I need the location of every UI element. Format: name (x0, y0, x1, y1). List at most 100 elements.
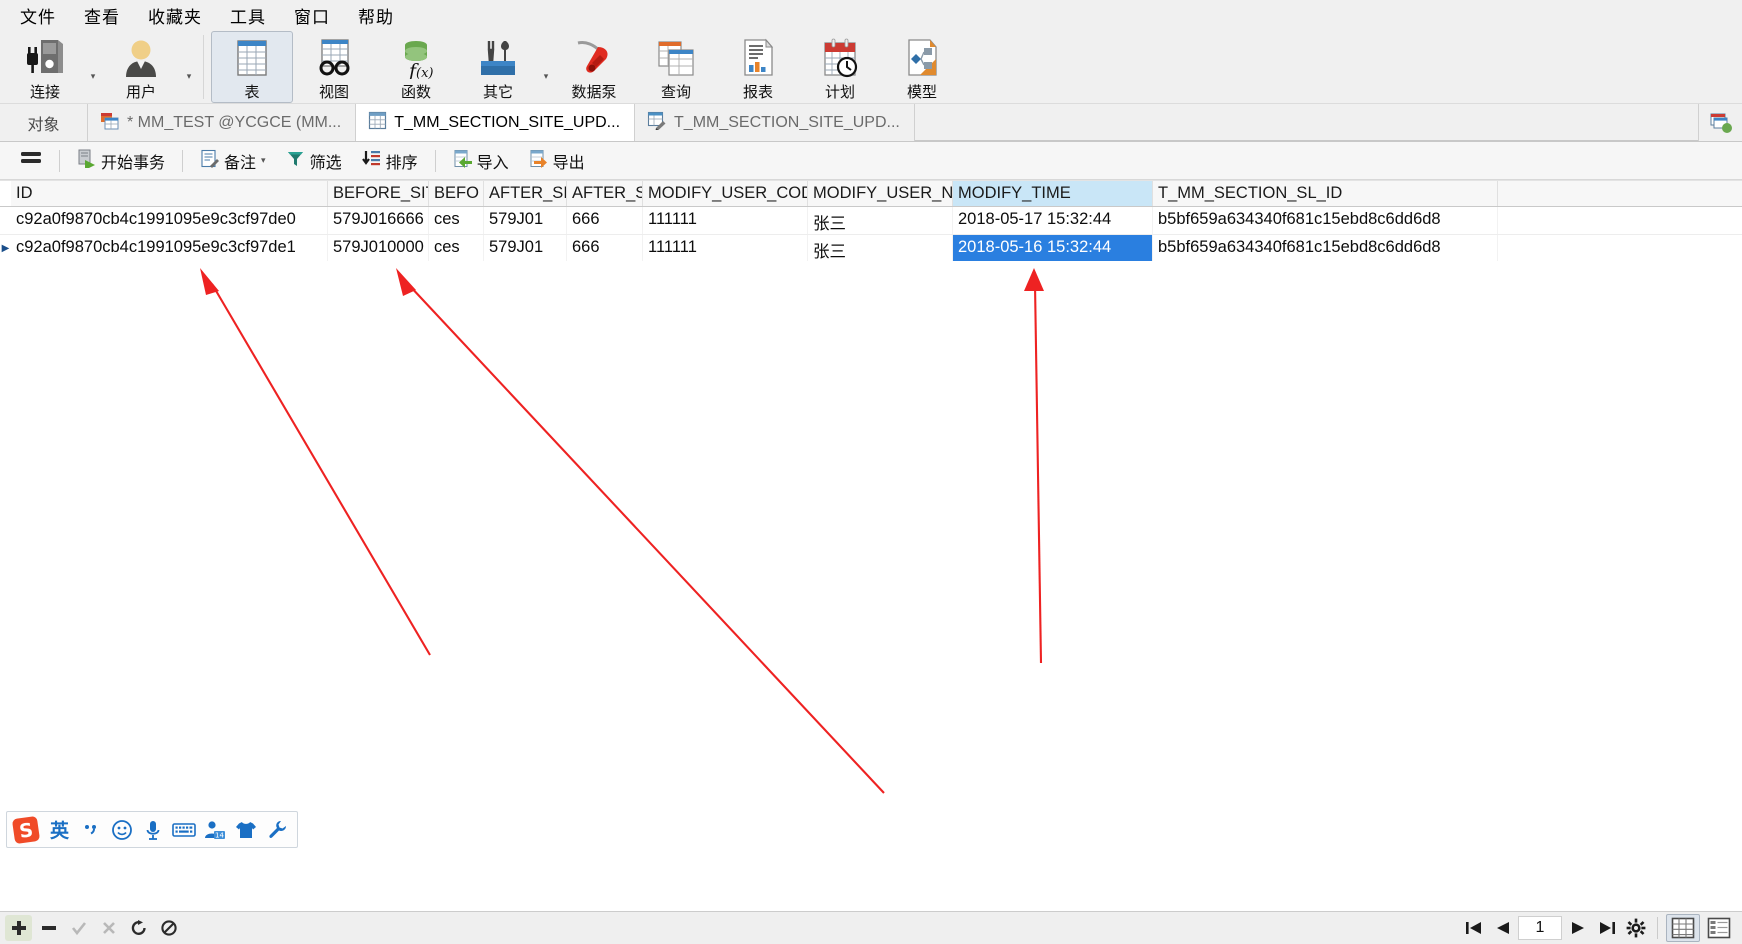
new-query-shortcut-button[interactable] (1698, 104, 1742, 141)
first-record-button[interactable] (1460, 915, 1487, 941)
menu-favorites[interactable]: 收藏夹 (134, 0, 216, 31)
grid-menu-button[interactable] (10, 147, 52, 175)
user-dropdown-caret-icon[interactable]: ▾ (182, 31, 196, 103)
cell-before-site-code[interactable]: 579J010000 (328, 235, 429, 262)
grid-view-button[interactable] (1666, 914, 1700, 942)
cell-after-site-2[interactable]: 666 (567, 235, 643, 262)
ribbon-button-model[interactable]: 模型 (881, 31, 963, 103)
ribbon-label-connection: 连接 (29, 84, 60, 101)
ribbon-button-query[interactable]: 查询 (635, 31, 717, 103)
ribbon-button-data-pump[interactable]: 数据泵 (553, 31, 635, 103)
microphone-icon[interactable] (138, 814, 167, 845)
stop-button[interactable] (155, 915, 182, 941)
ribbon-button-schedule[interactable]: 计划 (799, 31, 881, 103)
ribbon-label-data-pump: 数据泵 (571, 84, 617, 101)
column-header-after-site-1[interactable]: AFTER_SI (484, 181, 567, 206)
next-record-button[interactable] (1564, 915, 1591, 941)
note-button[interactable]: 备注 ▾ (190, 147, 276, 175)
cell-section-sl-id[interactable]: b5bf659a634340f681c15ebd8c6dd6d8 (1153, 235, 1498, 262)
table-row[interactable]: ▶ c92a0f9870cb4c1991095e9c3cf97de1 579J0… (0, 235, 1742, 263)
menu-help[interactable]: 帮助 (344, 0, 408, 31)
ribbon-button-view[interactable]: 视图 (293, 31, 375, 103)
tab-section-site-upd-design[interactable]: T_MM_SECTION_SITE_UPD... (635, 104, 915, 141)
cell-before-2[interactable]: ces (429, 207, 484, 234)
user-center-icon[interactable]: 14 (200, 814, 229, 845)
ribbon-button-other[interactable]: 其它 (457, 31, 539, 103)
emoji-icon[interactable] (107, 814, 136, 845)
cell-after-site-2[interactable]: 666 (567, 207, 643, 234)
gear-icon[interactable] (1622, 915, 1649, 941)
last-record-button[interactable] (1593, 915, 1620, 941)
ribbon-label-model: 模型 (906, 84, 937, 101)
cancel-edit-button[interactable] (95, 915, 122, 941)
confirm-edit-button[interactable] (65, 915, 92, 941)
delete-record-button[interactable] (35, 915, 62, 941)
cell-id[interactable]: c92a0f9870cb4c1991095e9c3cf97de1 (11, 235, 328, 262)
skin-icon[interactable] (231, 814, 260, 845)
toolbox-icon[interactable] (262, 814, 291, 845)
refresh-button[interactable] (125, 915, 152, 941)
column-header-after-site-2[interactable]: AFTER_SI (567, 181, 643, 206)
cell-modify-user-code[interactable]: 111111 (643, 207, 808, 234)
ribbon-button-report[interactable]: 报表 (717, 31, 799, 103)
schedule-icon (818, 36, 862, 80)
soft-keyboard-icon[interactable] (169, 814, 198, 845)
cell-id[interactable]: c92a0f9870cb4c1991095e9c3cf97de0 (11, 207, 328, 234)
column-header-section-sl-id[interactable]: T_MM_SECTION_SL_ID (1153, 181, 1498, 206)
cell-modify-user-name[interactable]: 张三 (808, 207, 953, 234)
note-icon (200, 149, 220, 173)
begin-transaction-button[interactable]: 开始事务 (67, 147, 175, 175)
previous-record-button[interactable] (1489, 915, 1516, 941)
column-header-before-2[interactable]: BEFO (429, 181, 484, 206)
column-header-before-site-code[interactable]: BEFORE_SITE( (328, 181, 429, 206)
menu-window[interactable]: 窗口 (280, 0, 344, 31)
sort-button[interactable]: 排序 (352, 147, 428, 175)
ribbon-button-user[interactable]: 用户 (100, 31, 182, 103)
punctuation-icon[interactable] (76, 814, 105, 845)
language-english-icon[interactable]: 英 (45, 814, 74, 845)
cell-after-site-1[interactable]: 579J01 (484, 207, 567, 234)
cell-section-sl-id[interactable]: b5bf659a634340f681c15ebd8c6dd6d8 (1153, 207, 1498, 234)
tab-mm-test-connection[interactable]: * MM_TEST @YCGCE (MM... (88, 104, 357, 141)
column-header-modify-user-code[interactable]: MODIFY_USER_CODI (643, 181, 808, 206)
objects-label[interactable]: 对象 (0, 104, 88, 141)
menu-file[interactable]: 文件 (6, 0, 70, 31)
grid-toolbar-sep-1 (59, 149, 60, 172)
sort-icon (361, 149, 381, 173)
import-button[interactable]: 导入 (443, 147, 519, 175)
tab-section-site-upd-data[interactable]: T_MM_SECTION_SITE_UPD... (356, 104, 636, 141)
table-row[interactable]: c92a0f9870cb4c1991095e9c3cf97de0 579J016… (0, 207, 1742, 235)
ribbon-button-table[interactable]: 表 (211, 31, 293, 103)
ribbon-toolbar: 连接 ▾ 用户 ▾ 表 视图 f (x) 函数 其它 ▾ 数据泵 查询 报表 计… (0, 31, 1742, 104)
tab-label: T_MM_SECTION_SITE_UPD... (674, 113, 900, 131)
grid-toolbar-sep-3 (434, 149, 436, 172)
form-view-button[interactable] (1702, 914, 1736, 942)
add-record-button[interactable] (5, 915, 32, 941)
begin-transaction-label: 开始事务 (101, 154, 166, 172)
cell-modify-time[interactable]: 2018-05-17 15:32:44 (953, 207, 1153, 234)
menu-view[interactable]: 查看 (70, 0, 134, 31)
cell-modify-user-code[interactable]: 111111 (643, 235, 808, 262)
ribbon-button-function[interactable]: f (x) 函数 (375, 31, 457, 103)
other-dropdown-caret-icon[interactable]: ▾ (539, 31, 553, 103)
connection-dropdown-caret-icon[interactable]: ▾ (86, 31, 100, 103)
cell-filler (1498, 207, 1742, 234)
column-header-modify-user-name[interactable]: MODIFY_USER_NA (808, 181, 953, 206)
sogou-logo-icon[interactable]: S (9, 814, 43, 845)
cell-modify-time-selected[interactable]: 2018-05-16 15:32:44 (953, 235, 1153, 262)
menu-tools[interactable]: 工具 (216, 0, 280, 31)
record-number-input[interactable]: 1 (1518, 916, 1562, 940)
export-button[interactable]: 导出 (519, 147, 595, 175)
ribbon-button-connection[interactable]: 连接 (4, 31, 86, 103)
cell-modify-user-name[interactable]: 张三 (808, 235, 953, 262)
cell-before-site-code[interactable]: 579J016666 (328, 207, 429, 234)
note-dropdown-caret-icon[interactable]: ▾ (261, 155, 266, 166)
cell-before-2[interactable]: ces (429, 235, 484, 262)
data-grid: ID BEFORE_SITE( BEFO AFTER_SI AFTER_SI M… (0, 180, 1742, 265)
column-header-modify-time[interactable]: MODIFY_TIME (953, 181, 1153, 206)
column-header-filler (1498, 181, 1742, 206)
column-header-id[interactable]: ID (11, 181, 328, 206)
design-table-icon (647, 111, 667, 135)
filter-button[interactable]: 筛选 (276, 147, 352, 175)
cell-after-site-1[interactable]: 579J01 (484, 235, 567, 262)
